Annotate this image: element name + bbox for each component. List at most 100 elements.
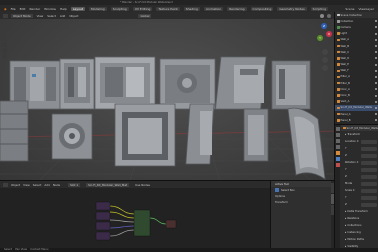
output-tab-icon[interactable]	[335, 139, 340, 143]
wall-e[interactable]	[215, 56, 267, 110]
vent-panel[interactable]	[51, 113, 93, 160]
visibility-eye-icon[interactable]	[375, 63, 377, 66]
menu-render[interactable]: Render	[29, 7, 40, 11]
tab-scripting[interactable]: Scripting	[310, 6, 329, 11]
menu-window[interactable]: Window	[44, 7, 56, 11]
rotate-tool-icon[interactable]	[2, 42, 7, 47]
property-section-header[interactable]: ▸ Instancing	[341, 229, 378, 236]
tab-animation[interactable]: Animation	[203, 6, 224, 11]
tab-uv-editing[interactable]: UV Editing	[132, 6, 153, 11]
viewport-menu-select[interactable]: Select	[47, 14, 56, 18]
tab-modeling[interactable]: Modeling	[89, 6, 107, 11]
shading-solid-icon[interactable]	[320, 13, 324, 18]
tab-sculpting[interactable]: Sculpting	[110, 6, 129, 11]
move-tool-icon[interactable]	[2, 36, 7, 41]
property-value-field[interactable]	[361, 202, 377, 207]
node-menu-add[interactable]: Add	[44, 183, 49, 187]
select-box-icon[interactable]	[275, 188, 279, 192]
node-menu-select[interactable]: Select	[33, 183, 42, 187]
viewport-menu-view[interactable]: View	[37, 14, 44, 18]
zoom-icon[interactable]	[322, 49, 328, 55]
pillar-b[interactable]	[243, 108, 269, 162]
node-editor-type-icon[interactable]	[3, 183, 8, 187]
gizmo-z-axis[interactable]: Z	[321, 23, 327, 29]
outliner-item[interactable]: Panel_B	[335, 117, 378, 123]
property-value-field[interactable]	[361, 139, 377, 144]
render-tab-icon[interactable]	[335, 133, 340, 137]
visibility-eye-icon[interactable]	[375, 45, 377, 48]
tool-tab-icon[interactable]	[335, 127, 340, 131]
visibility-eye-icon[interactable]	[375, 20, 377, 23]
material-slot-dropdown[interactable]: Slot 1	[68, 183, 81, 187]
visibility-eye-icon[interactable]	[375, 119, 377, 122]
visibility-eye-icon[interactable]	[375, 88, 377, 91]
node-menu-view[interactable]: View	[23, 183, 30, 187]
menu-file[interactable]: File	[11, 7, 16, 11]
editor-type-icon[interactable]	[3, 13, 8, 18]
tab-texture-paint[interactable]: Texture Paint	[156, 6, 180, 11]
tab-compositing[interactable]: Compositing	[250, 6, 274, 11]
property-value-field[interactable]	[361, 160, 377, 165]
property-section-header[interactable]: ▸ Transform	[341, 131, 378, 138]
modifier-tab-icon[interactable]	[335, 157, 340, 161]
shader-node-editor[interactable]	[0, 188, 270, 248]
select-tool-icon[interactable]	[2, 24, 7, 29]
viewport-menu-object[interactable]: Object	[69, 14, 78, 18]
node-menu-node[interactable]: Node	[53, 183, 60, 187]
visibility-eye-icon[interactable]	[375, 57, 377, 60]
transform-orientation[interactable]: Global	[138, 13, 152, 18]
visibility-eye-icon[interactable]	[375, 75, 377, 78]
view-layer-selector[interactable]: ViewLayer	[359, 7, 374, 11]
material-name-field[interactable]: Sci-Fi_Kit_Modular_Wall_Mat	[86, 183, 130, 187]
property-value-field[interactable]	[361, 195, 377, 200]
wall-c[interactable]	[94, 56, 156, 110]
material-output-node[interactable]	[165, 219, 177, 229]
wall-d[interactable]	[159, 58, 216, 110]
shelf-unit[interactable]	[0, 100, 29, 162]
property-section-header[interactable]: ▸ Collections	[341, 222, 378, 229]
visibility-eye-icon[interactable]	[375, 26, 377, 29]
visibility-eye-icon[interactable]	[375, 113, 377, 116]
menu-help[interactable]: Help	[60, 7, 67, 11]
use-nodes-checkbox[interactable]: Use Nodes	[135, 183, 150, 187]
door-frame[interactable]	[114, 103, 176, 167]
property-section-header[interactable]: ▸ Motion Paths	[341, 236, 378, 243]
tab-rendering[interactable]: Rendering	[227, 6, 247, 11]
3d-viewport[interactable]: Z X Y	[0, 19, 334, 180]
node-menu-object[interactable]: Object	[11, 183, 20, 187]
gizmo-y-axis[interactable]: Y	[317, 35, 323, 41]
visibility-eye-icon[interactable]	[375, 51, 377, 54]
wall-f[interactable]	[271, 60, 311, 110]
image-texture-nodes[interactable]	[95, 201, 111, 241]
camera-view-icon[interactable]	[322, 65, 328, 71]
menu-edit[interactable]: Edit	[20, 7, 26, 11]
visibility-eye-icon[interactable]	[375, 100, 377, 103]
curved-panel[interactable]	[287, 107, 326, 180]
viewport-menu-add[interactable]: Add	[60, 14, 65, 18]
material-tab-icon[interactable]	[335, 163, 340, 167]
principled-bsdf-node[interactable]	[133, 209, 151, 237]
pan-icon[interactable]	[322, 57, 328, 63]
scene-selector[interactable]: Scene	[345, 7, 354, 11]
object-tab-icon[interactable]	[335, 151, 340, 155]
pillar-a[interactable]	[185, 103, 215, 165]
wall-b[interactable]	[59, 58, 95, 110]
property-value-field[interactable]	[361, 174, 377, 179]
mode-dropdown[interactable]: Object Mode	[11, 13, 33, 18]
property-value-field[interactable]	[361, 167, 377, 172]
tab-geometry-nodes[interactable]: Geometry Nodes	[277, 6, 307, 11]
navigation-gizmo[interactable]: Z X Y	[316, 23, 332, 45]
visibility-eye-icon[interactable]	[375, 82, 377, 85]
visibility-eye-icon[interactable]	[375, 106, 377, 109]
property-section-header[interactable]: ▸ Delta Transform	[341, 208, 378, 215]
property-value-field[interactable]	[361, 146, 377, 151]
property-section-header[interactable]: ▸ Relations	[341, 215, 378, 222]
property-value-field[interactable]	[361, 153, 377, 158]
visibility-eye-icon[interactable]	[375, 38, 377, 41]
tab-layout[interactable]: Layout	[70, 6, 86, 11]
property-value-field[interactable]	[361, 188, 377, 193]
scene-tab-icon[interactable]	[335, 145, 340, 149]
property-value-field[interactable]	[361, 181, 377, 186]
visibility-eye-icon[interactable]	[375, 69, 377, 72]
gizmo-x-axis[interactable]: X	[326, 31, 332, 37]
